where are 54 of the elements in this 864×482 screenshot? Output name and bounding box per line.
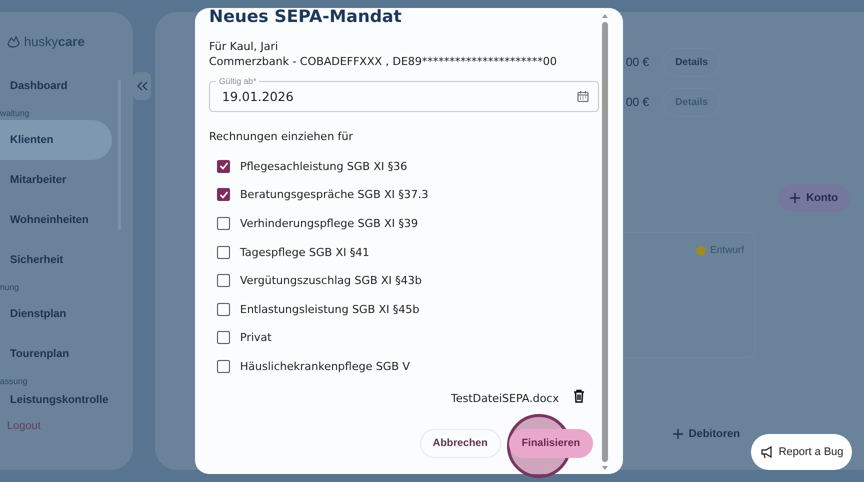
checkbox[interactable] bbox=[217, 360, 230, 373]
option-label: Verhinderungspflege SGB XI §39 bbox=[240, 216, 418, 230]
add-debtor-button[interactable]: Debitoren bbox=[672, 428, 740, 440]
option-label: Tagespflege SGB XI §41 bbox=[240, 246, 370, 259]
recipient-text: Für Kaul, Jari bbox=[209, 39, 280, 54]
logout-link[interactable]: Logout bbox=[0, 414, 133, 432]
checkbox[interactable] bbox=[217, 246, 230, 259]
checkbox[interactable] bbox=[217, 302, 230, 316]
option-label: Entlastungsleistung SGB XI §45b bbox=[240, 302, 420, 316]
sidebar-item[interactable]: Tourenplan bbox=[0, 334, 112, 374]
section-label: waltung bbox=[0, 107, 30, 120]
plus-icon bbox=[790, 193, 800, 203]
dialog-title: Neues SEPA-Mandat bbox=[209, 8, 403, 26]
sidebar-item[interactable]: Mitarbeiter bbox=[0, 160, 112, 200]
sidebar-item[interactable]: Wohneinheiten bbox=[0, 200, 112, 240]
collapse-button[interactable] bbox=[133, 72, 151, 100]
amount-text: 00 € bbox=[626, 95, 650, 109]
arrow-down-icon bbox=[602, 466, 608, 470]
logo-icon bbox=[6, 34, 21, 48]
sidebar-item[interactable]: Klienten bbox=[0, 120, 112, 160]
cancel-button[interactable]: Abbrechen bbox=[420, 428, 501, 458]
option-label: Häuslichekrankenpflege SGB V bbox=[240, 360, 410, 373]
sidebar-item[interactable]: Dienstplan bbox=[0, 294, 112, 334]
sidebar-item[interactable]: Sicherheit bbox=[0, 240, 112, 280]
section-label: assung bbox=[0, 375, 28, 388]
checkbox[interactable] bbox=[217, 331, 230, 344]
finalize-button[interactable]: Finalisieren bbox=[508, 428, 593, 458]
details-button[interactable]: Details bbox=[663, 48, 720, 76]
arrow-up-icon bbox=[602, 14, 608, 18]
sidebar-item[interactable]: Leistungskontrolle bbox=[0, 388, 112, 412]
double-chevron-icon bbox=[136, 81, 148, 91]
field-value: 19.01.2026 bbox=[222, 89, 294, 104]
account-text: Commerzbank - COBADEFFXXX , DE89**********************00 bbox=[209, 54, 558, 69]
report-bug-button[interactable]: Report a Bug bbox=[751, 434, 852, 470]
option-label: Privat bbox=[240, 331, 272, 344]
plus-icon bbox=[672, 429, 683, 439]
megaphone-icon bbox=[760, 446, 773, 458]
logo-text: huskycare bbox=[24, 34, 85, 48]
checkbox[interactable] bbox=[217, 274, 230, 288]
option-label: Pflegesachleistung SGB XI §36 bbox=[240, 160, 408, 173]
add-account-button[interactable]: Konto bbox=[778, 184, 850, 212]
trash-icon bbox=[573, 388, 585, 403]
option-label: Beratungsgespräche SGB XI §37.3 bbox=[240, 188, 428, 202]
sidebar-item[interactable]: Dashboard bbox=[0, 66, 112, 106]
section-label: Rechnungen einziehen für bbox=[209, 130, 354, 143]
file-name: TestDateiSEPA.docx bbox=[451, 392, 559, 405]
checkbox[interactable] bbox=[217, 188, 230, 202]
section-label: nung bbox=[0, 281, 20, 294]
amount-text: 00 € bbox=[626, 55, 650, 69]
field-label: Gültig ab* bbox=[216, 76, 260, 86]
checkbox[interactable] bbox=[217, 160, 230, 173]
checkbox[interactable] bbox=[217, 216, 230, 230]
option-label: Vergütungszuschlag SGB XI §43b bbox=[240, 274, 422, 288]
calendar-icon bbox=[577, 90, 589, 103]
